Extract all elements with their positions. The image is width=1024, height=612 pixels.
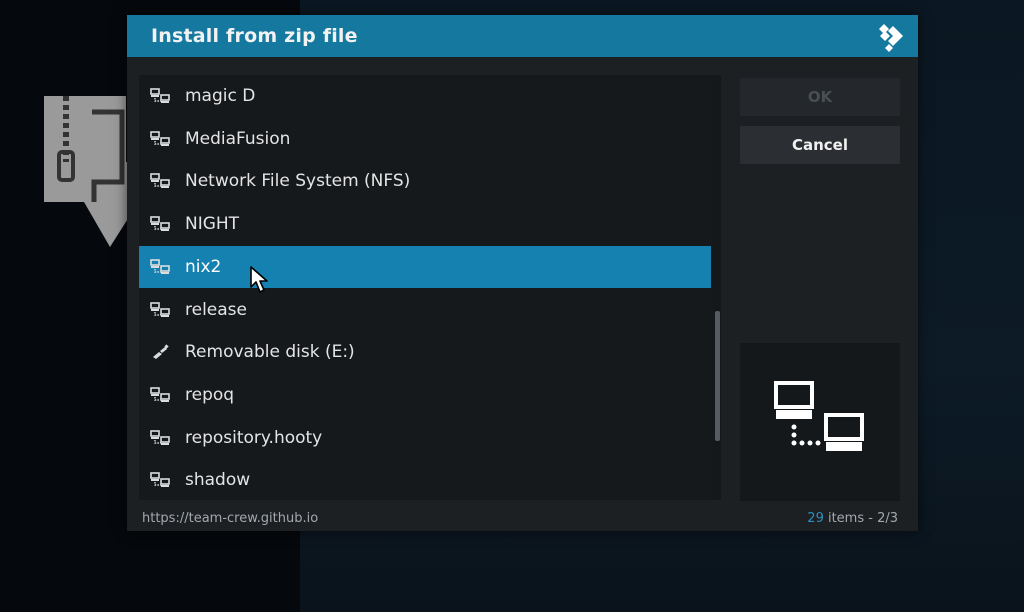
list-item[interactable]: nix2	[139, 245, 711, 288]
list-item[interactable]: NIGHT	[139, 203, 711, 245]
network-share-icon	[150, 472, 170, 488]
dialog-header: Install from zip file	[127, 15, 918, 57]
kodi-logo-icon	[879, 24, 903, 52]
list-item[interactable]: repoq	[139, 374, 711, 416]
network-share-icon	[150, 216, 170, 232]
dialog-title: Install from zip file	[151, 25, 358, 47]
network-share-icon	[150, 301, 170, 318]
item-count: 29 items - 2/3	[807, 511, 898, 526]
network-share-icon	[150, 88, 170, 104]
list-item-label: Removable disk (E:)	[185, 342, 355, 363]
network-share-icon	[150, 387, 170, 403]
list-item[interactable]: MediaFusion	[139, 118, 711, 160]
list-item-label: NIGHT	[185, 214, 240, 235]
list-item-label: MediaFusion	[185, 128, 291, 149]
network-share-icon	[150, 429, 170, 446]
list-item-label: release	[185, 299, 247, 320]
mouse-cursor-icon	[250, 266, 268, 293]
list-item[interactable]: repository.hooty	[139, 417, 711, 459]
list-item-label: repository.hooty	[185, 427, 323, 448]
cancel-button[interactable]: Cancel	[740, 126, 900, 164]
network-share-icon	[150, 258, 170, 275]
source-preview	[740, 343, 900, 501]
install-from-zip-dialog: Install from zip file magic D MediaFusion…	[127, 15, 918, 531]
item-count-suffix: items - 2/3	[823, 511, 898, 526]
list-scrollbar[interactable]	[713, 75, 721, 500]
list-item[interactable]: Removable disk (E:)	[139, 331, 711, 373]
list-item-label: magic D	[185, 86, 256, 106]
list-item[interactable]: magic D	[139, 75, 711, 117]
list-item[interactable]: shadow	[139, 459, 711, 501]
list-item-label: shadow	[185, 470, 251, 491]
ok-button[interactable]: OK	[740, 78, 900, 116]
list-item[interactable]: Network File System (NFS)	[139, 160, 711, 202]
source-list[interactable]: magic D MediaFusion Network File System (N…	[139, 75, 713, 500]
list-item[interactable]: release	[139, 289, 711, 331]
scrollbar-thumb[interactable]	[715, 311, 720, 441]
list-item-label: Network File System (NFS)	[185, 171, 411, 192]
network-share-large-icon	[774, 381, 864, 451]
list-item-label: nix2	[185, 256, 222, 277]
list-item-label: repoq	[185, 384, 235, 405]
network-share-icon	[150, 173, 170, 189]
network-share-icon	[150, 130, 170, 147]
item-count-number: 29	[807, 511, 824, 526]
usb-drive-icon	[150, 344, 170, 360]
source-url: https://team-crew.github.io	[142, 511, 319, 526]
